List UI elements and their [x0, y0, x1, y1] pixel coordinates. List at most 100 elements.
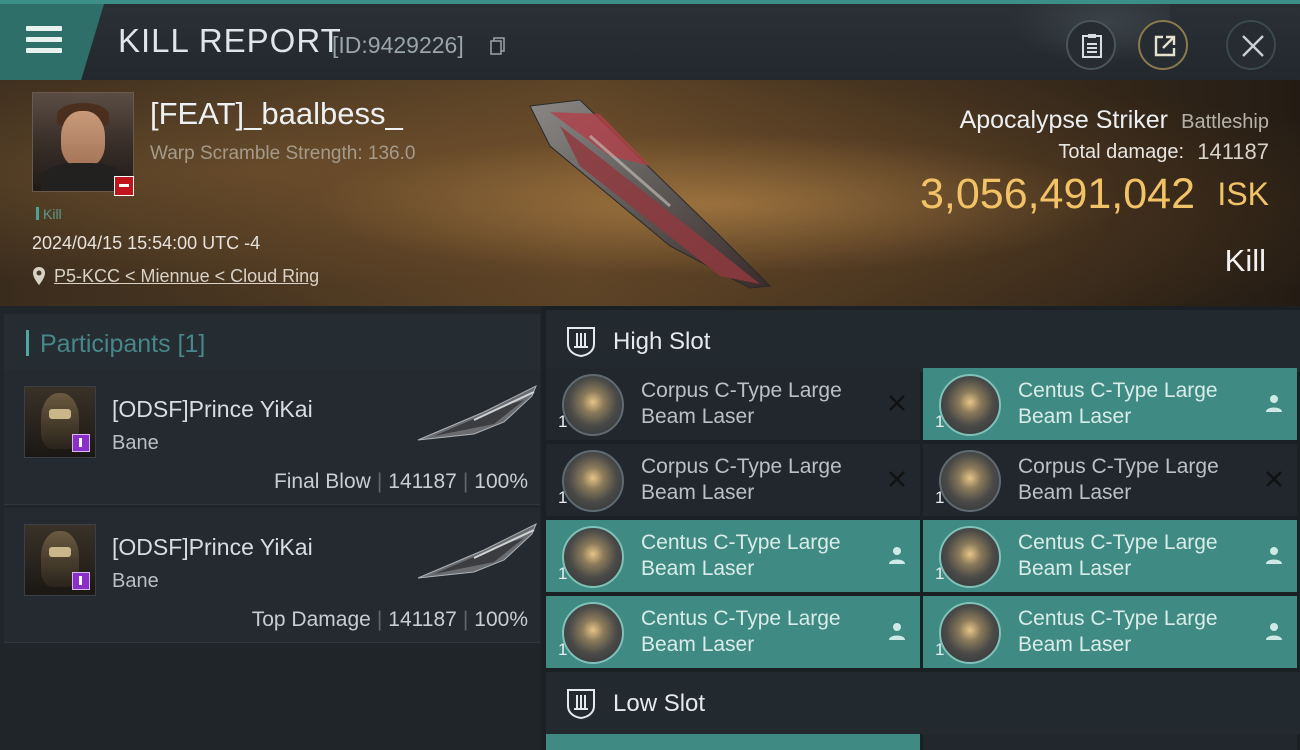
x-icon — [1266, 471, 1282, 487]
participants-panel: Participants [1] [ODSF]Prince YiKai Bane… — [0, 306, 541, 750]
copy-icon[interactable] — [490, 37, 506, 55]
module-name-line2: Beam Laser — [1018, 405, 1132, 428]
module-quantity: 1 — [558, 488, 568, 507]
location-link[interactable]: P5-KCC < Miennue < Cloud Ring — [54, 266, 319, 287]
module-name: Centus C-Type Large Beam Laser — [1018, 530, 1258, 582]
module-name-line2: Beam Laser — [641, 557, 755, 580]
x-icon — [889, 471, 905, 487]
person-icon — [1266, 395, 1282, 412]
victim-ship-image — [529, 99, 772, 289]
person-icon — [889, 547, 905, 564]
high-slot-module[interactable]: 1 Corpus C-Type Large Beam Laser — [546, 368, 920, 440]
module-name-line2: Beam Laser — [641, 405, 755, 428]
module-name: Centus C-Type Large Beam Laser — [641, 606, 881, 658]
beam-laser-icon — [939, 374, 1001, 436]
high-slot-module[interactable]: 1 Centus C-Type Large Beam Laser — [923, 520, 1297, 592]
result-label: Kill — [1224, 243, 1266, 278]
participant-card[interactable]: [ODSF]Prince YiKai Bane Final Blow | 14118… — [4, 370, 540, 505]
high-slot-title: High Slot — [613, 328, 711, 355]
module-name: Corpus C-Type Large Beam Laser — [641, 454, 881, 506]
module-quantity: 1 — [935, 640, 945, 659]
low-slot-header: Low Slot — [546, 672, 1300, 734]
module-name-line1: Centus C-Type Large — [641, 607, 841, 630]
module-name-line2: Beam Laser — [1018, 557, 1132, 580]
close-icon — [1242, 35, 1264, 57]
module-name-line2: Beam Laser — [1018, 633, 1132, 656]
participant-damage: 141187 — [388, 608, 457, 631]
low-slot-icon — [567, 689, 595, 720]
clipboard-button[interactable] — [1066, 20, 1116, 70]
high-slot-module[interactable]: 1 Centus C-Type Large Beam Laser — [546, 520, 920, 592]
module-quantity: 1 — [558, 640, 568, 659]
beam-laser-icon — [562, 450, 624, 512]
beam-laser-icon — [939, 526, 1001, 588]
participant-ship-image — [417, 522, 537, 579]
module-name-line1: Centus C-Type Large — [1018, 607, 1218, 630]
module-name-line1: Corpus C-Type Large — [641, 455, 842, 478]
share-button[interactable] — [1138, 20, 1188, 70]
close-button[interactable] — [1226, 20, 1276, 70]
isk-unit: ISK — [1217, 176, 1269, 212]
participants-header: Participants [1] — [4, 314, 540, 371]
high-slot-module[interactable]: 1 Centus C-Type Large Beam Laser — [923, 596, 1297, 668]
top-bar: KILL REPORT [ID:9429226] — [0, 0, 1300, 80]
module-quantity: 1 — [935, 412, 945, 431]
beam-laser-icon — [562, 374, 624, 436]
share-icon — [1154, 35, 1176, 57]
participant-badge-icon — [72, 572, 90, 590]
ship-name[interactable]: Apocalypse Striker — [960, 106, 1168, 135]
location-pin-icon — [33, 267, 45, 285]
beam-laser-icon — [939, 602, 1001, 664]
module-name: Centus C-Type Large Beam Laser — [1018, 378, 1258, 430]
kill-datetime: 2024/04/15 15:54:00 UTC -4 — [32, 233, 261, 253]
participant-stats: Top Damage | 141187 | 100% — [251, 608, 528, 631]
participant-stats: Final Blow | 141187 | 100% — [273, 470, 528, 493]
beam-laser-icon — [562, 602, 624, 664]
module-name-line1: Corpus C-Type Large — [641, 379, 842, 402]
module-name-line1: Corpus C-Type Large — [1018, 455, 1219, 478]
module-name: Corpus C-Type Large Beam Laser — [641, 378, 881, 430]
module-name-line2: Beam Laser — [641, 481, 755, 504]
high-slot-icon — [567, 327, 595, 358]
module-name: Centus C-Type Large Beam Laser — [1018, 606, 1258, 658]
module-quantity: 1 — [935, 564, 945, 583]
participant-role: Top Damage — [251, 608, 371, 631]
module-quantity: 1 — [558, 412, 568, 431]
report-id: [ID:9429226] — [332, 32, 464, 58]
low-slot-module-partial[interactable] — [923, 734, 1297, 750]
ship-class: Battleship — [1181, 111, 1269, 133]
menu-icon — [26, 26, 62, 59]
high-slot-module[interactable]: 1 Centus C-Type Large Beam Laser — [923, 368, 1297, 440]
participant-ship: Bane — [112, 432, 159, 454]
module-name-line1: Centus C-Type Large — [641, 531, 841, 554]
low-slot-module-partial[interactable] — [546, 734, 920, 750]
participant-card[interactable]: [ODSF]Prince YiKai Bane Top Damage | 14118… — [4, 508, 540, 643]
module-name-line1: Centus C-Type Large — [1018, 531, 1218, 554]
low-slot-title: Low Slot — [613, 690, 706, 717]
module-name-line1: Centus C-Type Large — [1018, 379, 1218, 402]
high-slot-module[interactable]: 1 Corpus C-Type Large Beam Laser — [546, 444, 920, 516]
participant-percent: 100% — [474, 608, 528, 631]
participant-ship: Bane — [112, 570, 159, 592]
module-quantity: 1 — [558, 564, 568, 583]
menu-button[interactable] — [0, 4, 104, 80]
warp-scramble-strength: Warp Scramble Strength: 136.0 — [150, 143, 416, 164]
total-damage-value: 141187 — [1197, 139, 1269, 164]
fitting-panel: High Slot 1 Corpus C-Type Large Beam Laser… — [541, 306, 1300, 750]
module-name-line2: Beam Laser — [641, 633, 755, 656]
clipboard-icon — [1082, 34, 1102, 58]
participant-name: [ODSF]Prince YiKai — [112, 396, 313, 422]
beam-laser-icon — [562, 526, 624, 588]
high-slot-module[interactable]: 1 Corpus C-Type Large Beam Laser — [923, 444, 1297, 516]
total-damage-label: Total damage: — [1058, 141, 1184, 163]
high-slot-module[interactable]: 1 Centus C-Type Large Beam Laser — [546, 596, 920, 668]
victim-name[interactable]: [FEAT]_baalbess_ — [150, 96, 403, 132]
participant-name: [ODSF]Prince YiKai — [112, 534, 313, 560]
person-icon — [1266, 547, 1282, 564]
x-icon — [889, 395, 905, 411]
participant-damage: 141187 — [388, 470, 457, 493]
participant-badge-icon — [72, 434, 90, 452]
person-icon — [1266, 623, 1282, 640]
high-slot-header: High Slot — [546, 310, 1300, 372]
participants-title: Participants [1] — [40, 330, 206, 358]
